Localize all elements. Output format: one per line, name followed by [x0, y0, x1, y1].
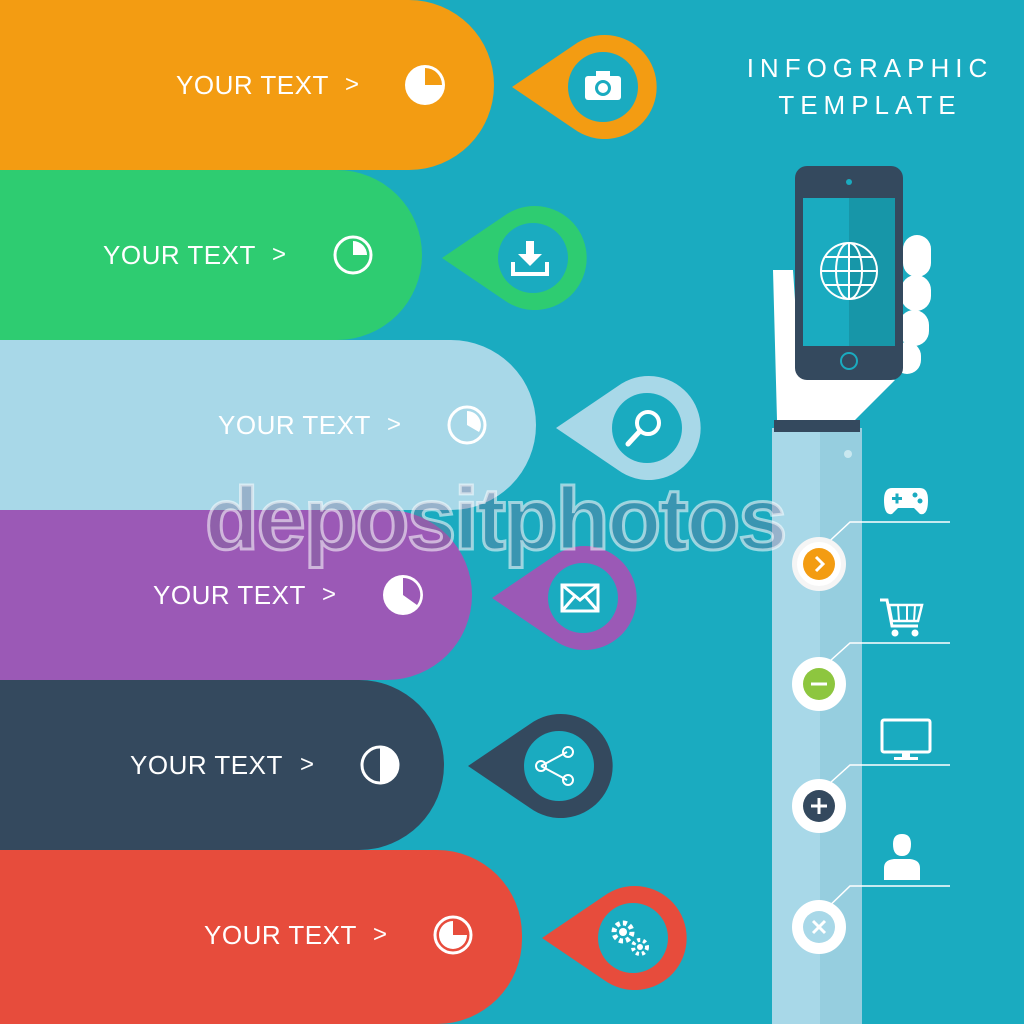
- band-label: YOUR TEXT: [103, 240, 256, 270]
- band-navy: YOUR TEXT >: [0, 680, 444, 850]
- band-label: YOUR TEXT: [130, 750, 283, 780]
- pie-chart-icon: [360, 745, 400, 785]
- plus-icon: [803, 790, 835, 822]
- chevron-right-icon: >: [345, 71, 360, 98]
- gamepad-icon: [884, 488, 928, 515]
- pie-chart-icon: [447, 405, 487, 445]
- minus-icon: [803, 668, 835, 700]
- band-label: YOUR TEXT: [204, 920, 357, 950]
- arrow-right-icon: [803, 548, 835, 580]
- gears-icon: [611, 920, 649, 956]
- infographic-title-line1: INFOGRAPHIC: [746, 53, 994, 83]
- band-green: YOUR TEXT >: [0, 170, 422, 340]
- shopping-cart-icon: [880, 598, 924, 637]
- user-icon: [884, 834, 920, 880]
- monitor-icon: [880, 718, 932, 760]
- band-label: YOUR TEXT: [176, 70, 329, 100]
- pie-chart-icon: [433, 915, 473, 955]
- sleeve-button: [844, 450, 852, 458]
- band-red: YOUR TEXT >: [0, 850, 522, 1024]
- camera-icon: [585, 71, 621, 100]
- watermark: depositphotos: [203, 468, 788, 570]
- pie-chart-icon: [383, 575, 423, 615]
- close-icon: [803, 911, 835, 943]
- infographic-title-line2: TEMPLATE: [778, 90, 962, 120]
- timeline-node-4: [792, 900, 846, 954]
- infographic-canvas: YOUR TEXT > YOUR TEXT > YOUR TEXT > YOUR…: [0, 0, 1024, 1024]
- envelope-icon: [560, 583, 600, 613]
- timeline-node-3: [792, 779, 846, 833]
- chevron-right-icon: >: [373, 921, 388, 948]
- phone-camera: [846, 179, 852, 185]
- pie-chart-icon: [405, 65, 445, 105]
- globe-icon: [820, 242, 878, 300]
- share-icon: [535, 746, 574, 786]
- timeline-node-2: [792, 657, 846, 711]
- chevron-right-icon: >: [272, 241, 287, 268]
- timeline-node-1: [792, 537, 846, 591]
- pie-chart-icon: [333, 235, 373, 275]
- magnifier-icon: [625, 410, 661, 447]
- chevron-right-icon: >: [300, 751, 315, 778]
- phone-home-button: [840, 352, 858, 370]
- band-orange: YOUR TEXT >: [0, 0, 494, 170]
- download-icon: [511, 241, 549, 276]
